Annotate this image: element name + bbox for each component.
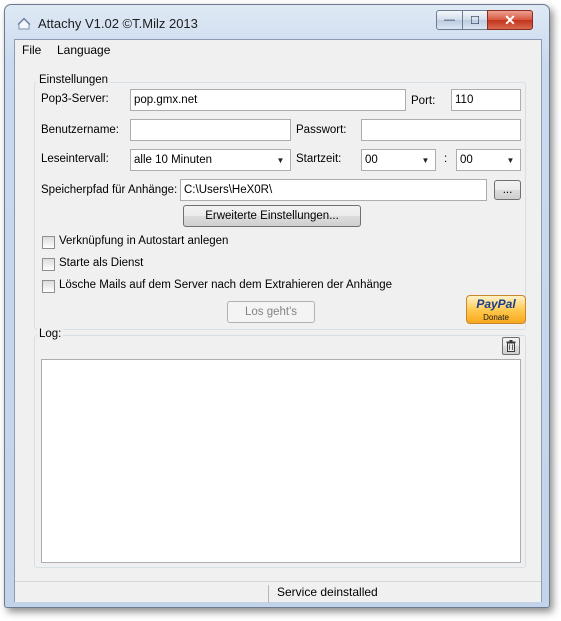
path-label: Speicherpfad für Anhänge: xyxy=(41,184,178,196)
paypal-donate-button[interactable]: PayPal Donate xyxy=(466,295,526,324)
service-label: Starte als Dienst xyxy=(59,257,144,269)
donate-label: Donate xyxy=(483,313,509,322)
clear-log-button[interactable] xyxy=(502,337,520,355)
delete-mails-label: Lösche Mails auf dem Server nach dem Ext… xyxy=(59,279,393,291)
log-textarea[interactable] xyxy=(41,359,521,563)
time-separator: : xyxy=(444,153,448,165)
username-label: Benutzername: xyxy=(41,124,119,136)
close-button[interactable]: ✕ xyxy=(487,10,533,30)
username-input[interactable] xyxy=(130,119,291,141)
menu-bar: File Language xyxy=(15,40,541,60)
pop3-server-input[interactable] xyxy=(130,89,406,111)
status-text: Service deinstalled xyxy=(268,585,378,603)
maximize-button[interactable]: ☐ xyxy=(462,10,488,30)
start-hour-value: 00 xyxy=(365,154,378,166)
starttime-label: Startzeit: xyxy=(296,153,342,165)
settings-group-label: Einstellungen xyxy=(37,74,111,86)
port-input[interactable] xyxy=(451,89,521,111)
autostart-label: Verknüpfung in Autostart anlegen xyxy=(59,235,229,247)
paypal-logo: PayPal xyxy=(476,297,516,311)
pop3-label: Pop3-Server: xyxy=(41,93,109,105)
window-title: Attachy V1.02 ©T.Milz 2013 xyxy=(38,16,198,31)
menu-file[interactable]: File xyxy=(22,43,41,57)
minimize-button[interactable]: — xyxy=(436,10,463,30)
log-group-label: Log: xyxy=(37,328,64,340)
chevron-down-icon: ▼ xyxy=(506,155,515,165)
start-minute-value: 00 xyxy=(460,154,473,166)
menu-language[interactable]: Language xyxy=(57,43,110,57)
start-minute-select[interactable]: 00 ▼ xyxy=(456,149,521,171)
service-checkbox[interactable] xyxy=(42,258,55,271)
close-icon: ✕ xyxy=(504,11,516,28)
interval-value: alle 10 Minuten xyxy=(134,154,212,166)
app-window: Attachy V1.02 ©T.Milz 2013 — ☐ ✕ File La… xyxy=(4,4,550,608)
maximize-icon: ☐ xyxy=(470,14,480,27)
interval-select[interactable]: alle 10 Minuten ▼ xyxy=(130,149,291,171)
chevron-down-icon: ▼ xyxy=(276,155,285,165)
password-label: Passwort: xyxy=(296,124,347,136)
browse-button[interactable]: ... xyxy=(494,180,521,200)
delete-mails-checkbox[interactable] xyxy=(42,280,55,293)
title-bar[interactable]: Attachy V1.02 ©T.Milz 2013 — ☐ ✕ xyxy=(5,5,549,39)
start-hour-select[interactable]: 00 ▼ xyxy=(361,149,436,171)
status-bar: Service deinstalled xyxy=(15,581,541,603)
chevron-down-icon: ▼ xyxy=(421,155,430,165)
client-area: File Language Einstellungen Pop3-Server:… xyxy=(14,39,542,603)
password-input[interactable] xyxy=(361,119,521,141)
app-icon xyxy=(16,15,32,31)
interval-label: Leseintervall: xyxy=(41,153,109,165)
port-label: Port: xyxy=(411,95,436,107)
path-input[interactable] xyxy=(180,179,487,201)
autostart-checkbox[interactable] xyxy=(42,236,55,249)
minimize-icon: — xyxy=(444,14,455,26)
start-button[interactable]: Los geht's xyxy=(227,301,315,323)
advanced-settings-button[interactable]: Erweiterte Einstellungen... xyxy=(183,205,361,227)
trash-icon xyxy=(506,340,516,352)
